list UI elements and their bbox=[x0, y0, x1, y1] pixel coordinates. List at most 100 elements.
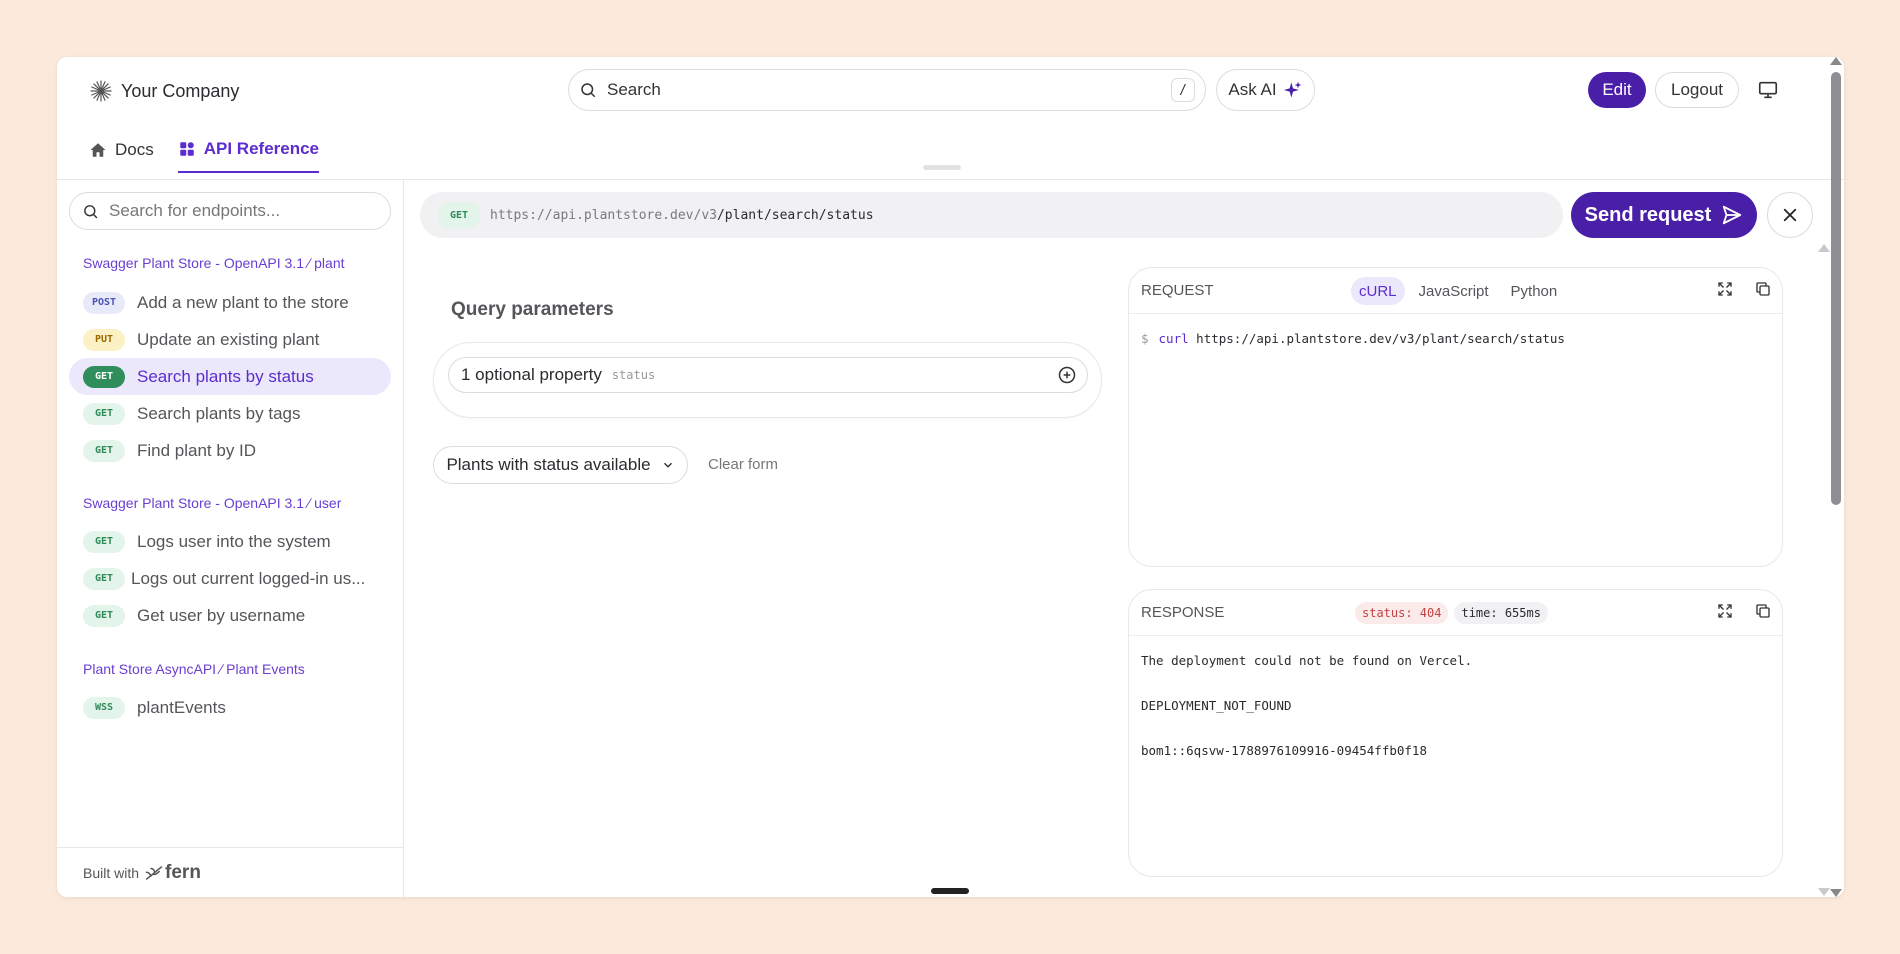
window-scrollbar[interactable] bbox=[1828, 57, 1844, 897]
tab-docs[interactable]: Docs bbox=[89, 139, 154, 173]
optional-property-label: 1 optional property bbox=[461, 365, 602, 384]
method-badge: GET bbox=[83, 365, 125, 388]
expand-icon[interactable] bbox=[1716, 280, 1734, 298]
scroll-thumb[interactable] bbox=[1831, 72, 1841, 505]
sidebar-item-add-plant[interactable]: POST Add a new plant to the store bbox=[69, 284, 391, 321]
method-badge: PUT bbox=[83, 328, 125, 351]
tab-api-reference[interactable]: API Reference bbox=[177, 139, 320, 173]
copy-icon[interactable] bbox=[1754, 602, 1772, 620]
chevron-down-icon bbox=[663, 462, 672, 468]
sparkle-icon bbox=[1283, 81, 1301, 98]
sidebar-item-label: Update an existing plant bbox=[137, 329, 320, 349]
endpoint-search-placeholder: Search for endpoints... bbox=[109, 201, 281, 220]
lang-tab-curl[interactable]: cURL bbox=[1351, 277, 1405, 305]
sidebar-item-label: Find plant by ID bbox=[137, 440, 257, 460]
sidebar-item-label: Search plants by tags bbox=[137, 403, 301, 423]
puzzle-icon bbox=[179, 142, 194, 156]
copy-icon[interactable] bbox=[1754, 280, 1772, 298]
optional-property-row[interactable]: 1 optional property status bbox=[448, 357, 1088, 393]
send-icon bbox=[1723, 205, 1742, 225]
lang-tab-javascript[interactable]: JavaScript bbox=[1411, 277, 1497, 305]
sidebar-item-plant-events[interactable]: WSS plantEvents bbox=[69, 689, 391, 726]
ask-ai-label: Ask AI bbox=[1228, 80, 1277, 99]
send-request-button[interactable]: Send request bbox=[1571, 192, 1757, 238]
sidebar-item-label: Search plants by status bbox=[137, 366, 314, 386]
search-bar[interactable]: Search / bbox=[568, 69, 1206, 111]
request-panel-header: REQUEST cURL JavaScript Python bbox=[1129, 268, 1782, 314]
method-badge: GET bbox=[83, 567, 125, 590]
fern-logo: fern bbox=[145, 862, 201, 884]
built-with-label: Built with bbox=[83, 864, 140, 881]
sidebar-item-label: Get user by username bbox=[137, 605, 306, 625]
response-line: bom1::6qsvw-1788976109916-09454ffb0f18 bbox=[1141, 743, 1427, 758]
edit-button[interactable]: Edit bbox=[1588, 72, 1646, 108]
base-url: https://api.plantstore.dev/v3 bbox=[490, 207, 717, 223]
request-code: $ curl https://api.plantstore.dev/v3/plan… bbox=[1129, 314, 1782, 365]
shell-prompt: $ bbox=[1141, 331, 1149, 346]
request-url-bar[interactable]: GET https://api.plantstore.dev/v3/plant/… bbox=[420, 192, 1563, 238]
method-badge: WSS bbox=[83, 696, 125, 719]
search-icon bbox=[581, 83, 596, 98]
response-panel-header: RESPONSE status: 404 time: 655ms bbox=[1129, 590, 1782, 636]
response-line: The deployment could not be found on Ver… bbox=[1141, 653, 1473, 668]
leaf-icon bbox=[145, 865, 163, 880]
tab-api-reference-label: API Reference bbox=[203, 139, 320, 158]
method-badge: POST bbox=[83, 291, 125, 314]
close-button[interactable] bbox=[1767, 192, 1813, 238]
scroll-down-arrow[interactable] bbox=[1830, 889, 1842, 897]
clear-form-button[interactable]: Clear form bbox=[708, 456, 778, 473]
built-with-footer[interactable]: Built with fern bbox=[57, 847, 404, 897]
example-select[interactable]: Plants with status available bbox=[433, 446, 688, 484]
method-badge: GET bbox=[83, 604, 125, 627]
response-panel: RESPONSE status: 404 time: 655ms The dep… bbox=[1128, 589, 1783, 877]
search-label: Search bbox=[607, 80, 661, 99]
time-badge: time: 655ms bbox=[1454, 602, 1548, 624]
sidebar-item-search-by-status[interactable]: GET Search plants by status bbox=[69, 358, 391, 395]
scroll-up-arrow[interactable] bbox=[1830, 57, 1842, 65]
method-badge: GET bbox=[83, 402, 125, 425]
param-hint: status bbox=[611, 368, 656, 382]
close-icon bbox=[1783, 208, 1797, 222]
group-title-plant: Swagger Plant Store - OpenAPI 3.1 ∕ plan… bbox=[83, 255, 345, 271]
company-logo[interactable]: Your Company bbox=[89, 79, 239, 103]
sidebar-item-logout[interactable]: GET Logs out current logged-in us... bbox=[69, 560, 391, 597]
lang-tab-python[interactable]: Python bbox=[1503, 277, 1566, 305]
response-panel-title: RESPONSE bbox=[1141, 604, 1225, 621]
send-request-label: Send request bbox=[1584, 203, 1712, 226]
sidebar-item-label: Logs out current logged-in us... bbox=[131, 568, 366, 588]
curl-command: curl bbox=[1158, 331, 1189, 346]
language-tabs: cURL JavaScript Python bbox=[1351, 277, 1565, 305]
expand-icon[interactable] bbox=[1716, 602, 1734, 620]
sidebar-item-update-plant[interactable]: PUT Update an existing plant bbox=[69, 321, 391, 358]
drag-handle[interactable] bbox=[923, 165, 961, 170]
tab-docs-label: Docs bbox=[115, 140, 154, 159]
method-badge: GET bbox=[83, 439, 125, 462]
bottom-drag-handle[interactable] bbox=[931, 888, 969, 894]
sunburst-logo-icon bbox=[90, 80, 112, 102]
logout-button[interactable]: Logout bbox=[1655, 72, 1739, 108]
request-panel-title: REQUEST bbox=[1141, 282, 1214, 299]
search-shortcut: / bbox=[1171, 78, 1195, 102]
status-badge: status: 404 bbox=[1355, 602, 1449, 624]
home-icon bbox=[90, 143, 106, 157]
response-line: DEPLOYMENT_NOT_FOUND bbox=[1141, 698, 1292, 713]
ask-ai-button[interactable]: Ask AI bbox=[1216, 69, 1315, 111]
request-panel: REQUEST cURL JavaScript Python $ curl htt… bbox=[1128, 267, 1783, 567]
sidebar-item-find-plant[interactable]: GET Find plant by ID bbox=[69, 432, 391, 469]
sidebar-item-label: plantEvents bbox=[137, 697, 226, 717]
monitor-icon[interactable] bbox=[1757, 79, 1779, 101]
request-panel-actions bbox=[1716, 280, 1772, 298]
sidebar-item-label: Logs user into the system bbox=[137, 531, 331, 551]
group-title-events: Plant Store AsyncAPI ∕ Plant Events bbox=[83, 661, 305, 677]
fern-label: fern bbox=[165, 861, 201, 883]
sidebar-item-get-user[interactable]: GET Get user by username bbox=[69, 597, 391, 634]
query-params-box: 1 optional property status bbox=[433, 342, 1102, 418]
plus-circle-icon[interactable] bbox=[1057, 365, 1077, 385]
sidebar-item-search-by-tags[interactable]: GET Search plants by tags bbox=[69, 395, 391, 432]
company-name: Your Company bbox=[121, 80, 240, 101]
search-icon bbox=[84, 204, 98, 218]
response-panel-actions bbox=[1716, 602, 1772, 620]
response-body: The deployment could not be found on Ver… bbox=[1129, 636, 1782, 777]
sidebar-item-login[interactable]: GET Logs user into the system bbox=[69, 523, 391, 560]
endpoint-search-input[interactable]: Search for endpoints... bbox=[69, 192, 391, 230]
